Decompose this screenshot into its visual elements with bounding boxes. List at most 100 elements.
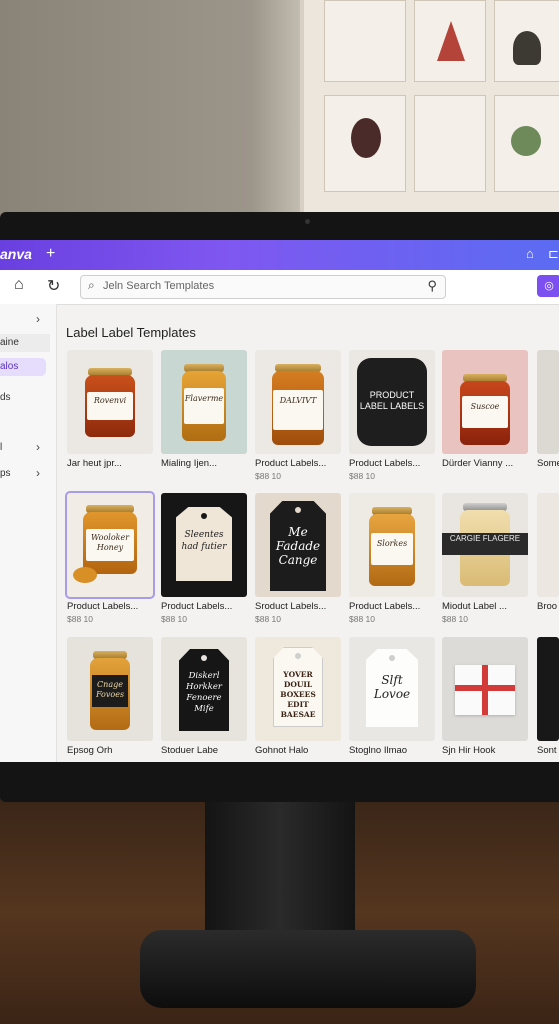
jar-label-art: Slorkes: [371, 533, 413, 565]
template-title: Product Labels...: [255, 458, 327, 469]
reload-button[interactable]: ↻: [47, 276, 60, 296]
browser-toolbar: ⌂ ↻ ⌕ Jeln Search Templates ⚲ ◎: [0, 270, 559, 305]
template-title: Jar heut jpr...: [67, 458, 122, 469]
search-icon: ⌕: [88, 278, 95, 292]
template-thumbnail: Sleentes had futier: [161, 493, 247, 597]
page-title: Label Label Templates: [66, 325, 196, 340]
poster-frame: [494, 95, 559, 192]
gift-ribbon: [455, 685, 515, 691]
home-icon[interactable]: ⌂: [526, 246, 534, 261]
poster-figure-art: [513, 31, 541, 65]
template-title: Gohnot Halo: [255, 745, 309, 756]
template-thumbnail: DALVIVT: [255, 350, 341, 454]
tag-hole: [201, 513, 207, 519]
template-thumbnail: Suscoe: [442, 350, 528, 454]
tag-hole: [295, 507, 301, 513]
template-thumbnail: Me Fadade Cange: [255, 493, 341, 597]
poster-frame: [414, 95, 486, 192]
search-placeholder: Jeln Search Templates: [103, 280, 215, 292]
sidebar: › aine alos ds l › ps ›: [0, 304, 57, 762]
template-price: $88 10: [255, 614, 281, 624]
jar-label-art: Cnage Fovoes: [92, 675, 128, 707]
account-button[interactable]: ◎: [537, 275, 559, 297]
template-thumbnail: Rovenvi: [67, 350, 153, 454]
monitor-stand: [205, 780, 355, 950]
template-price: $88 10: [442, 614, 468, 624]
jar-label-art: Suscoe: [462, 396, 508, 428]
template-thumbnail: Diskerl Horkker Fenoere Mife: [161, 637, 247, 741]
browser-titlebar: anva + ⌂ ⊏: [0, 240, 559, 270]
template-thumbnail: Wooloker Honey: [65, 491, 155, 599]
chevron-right-icon[interactable]: ›: [36, 440, 40, 454]
monitor-base: [140, 930, 476, 1008]
poster-portrait-art: [351, 118, 381, 158]
template-thumbnail: CARGIE FLAGERE: [442, 493, 528, 597]
poster-triangle-art: [437, 21, 465, 61]
share-icon[interactable]: ⊏: [548, 246, 559, 262]
sidebar-item-3[interactable]: ds: [0, 392, 11, 403]
template-title: Sroduct Labels...: [255, 601, 327, 612]
template-thumbnail: Slft Lovoe: [349, 637, 435, 741]
template-title: Stoduer Labe: [161, 745, 219, 756]
template-thumbnail: Cnage Fovoes: [67, 637, 153, 741]
jar-label-art: Wooloker Honey: [86, 529, 134, 561]
hang-tag-art: YOVER DOUIL BOXEES EDIT BAESAE: [273, 647, 323, 727]
template-title: Dürder Vianny ...: [442, 458, 514, 469]
monitor-screen: anva + ⌂ ⊏ ⌂ ↻ ⌕ Jeln Search Templates ⚲…: [0, 240, 559, 762]
tag-hole: [201, 655, 207, 661]
template-title: Miodut Label ...: [442, 601, 507, 612]
template-title: Product Labels...: [161, 601, 233, 612]
sidebar-item-4[interactable]: l: [0, 442, 2, 453]
hang-tag-art: Me Fadade Cange: [270, 501, 326, 591]
tag-hole: [389, 655, 395, 661]
sidebar-item-5[interactable]: ps: [0, 468, 11, 479]
jar-label-art: Flaverme: [184, 388, 224, 424]
sidebar-expand-chevron-icon[interactable]: ›: [36, 312, 40, 326]
label-art: PRODUCT LABEL LABELS: [357, 358, 427, 446]
poster-frame: [324, 0, 406, 82]
webcam: [305, 219, 310, 224]
search-input[interactable]: ⌕ Jeln Search Templates ⚲: [80, 275, 446, 299]
poster-frame: [414, 0, 486, 82]
template-title: Epsog Orh: [67, 745, 113, 756]
poster-frame: [494, 0, 559, 82]
jar-label-art: DALVIVT: [273, 390, 323, 430]
home-button[interactable]: ⌂: [14, 276, 24, 294]
sidebar-item-1[interactable]: aine: [0, 334, 50, 352]
poster-plant-art: [511, 126, 541, 156]
template-price: $88 10: [161, 614, 187, 624]
template-thumbnail: Flaverme: [161, 350, 247, 454]
poster-frame: [324, 95, 406, 192]
template-title: Broo: [537, 601, 558, 612]
template-title: Product Labels...: [349, 601, 421, 612]
template-title: Product Labels...: [349, 458, 421, 469]
template-thumbnail: [442, 637, 528, 741]
template-thumbnail: [537, 493, 559, 597]
template-thumbnail: PRODUCT LABEL LABELS: [349, 350, 435, 454]
template-thumbnail: Slorkes: [349, 493, 435, 597]
template-title: Some: [537, 458, 559, 469]
hang-tag-art: Diskerl Horkker Fenoere Mife: [179, 649, 229, 731]
template-title: Sjn Hir Hook: [442, 745, 496, 756]
chevron-right-icon[interactable]: ›: [36, 466, 40, 480]
template-title: Product Labels...: [67, 601, 139, 612]
app-logo[interactable]: anva: [0, 246, 32, 262]
template-price: $88 10: [349, 471, 375, 481]
template-price: $88 10: [67, 614, 93, 624]
template-thumbnail: [537, 637, 559, 741]
template-title: Mialing Ijen...: [161, 458, 217, 469]
jar-band-label-art: CARGIE FLAGERE: [442, 533, 528, 555]
sidebar-item-labels[interactable]: alos: [0, 358, 46, 376]
template-thumbnail: [537, 350, 559, 454]
jar-label-art: Rovenvi: [87, 392, 133, 420]
template-price: $88 10: [349, 614, 375, 624]
template-price: $88 10: [255, 471, 281, 481]
search-submit-icon[interactable]: ⚲: [427, 278, 437, 294]
wall-poster: [300, 0, 559, 214]
new-tab-button[interactable]: +: [46, 245, 55, 263]
template-title: Sont: [537, 745, 557, 756]
template-title: Stoglno Ilmao: [349, 745, 408, 756]
tag-hole: [295, 653, 301, 659]
template-thumbnail: YOVER DOUIL BOXEES EDIT BAESAE: [255, 637, 341, 741]
honeycomb-decoration: [73, 567, 97, 583]
